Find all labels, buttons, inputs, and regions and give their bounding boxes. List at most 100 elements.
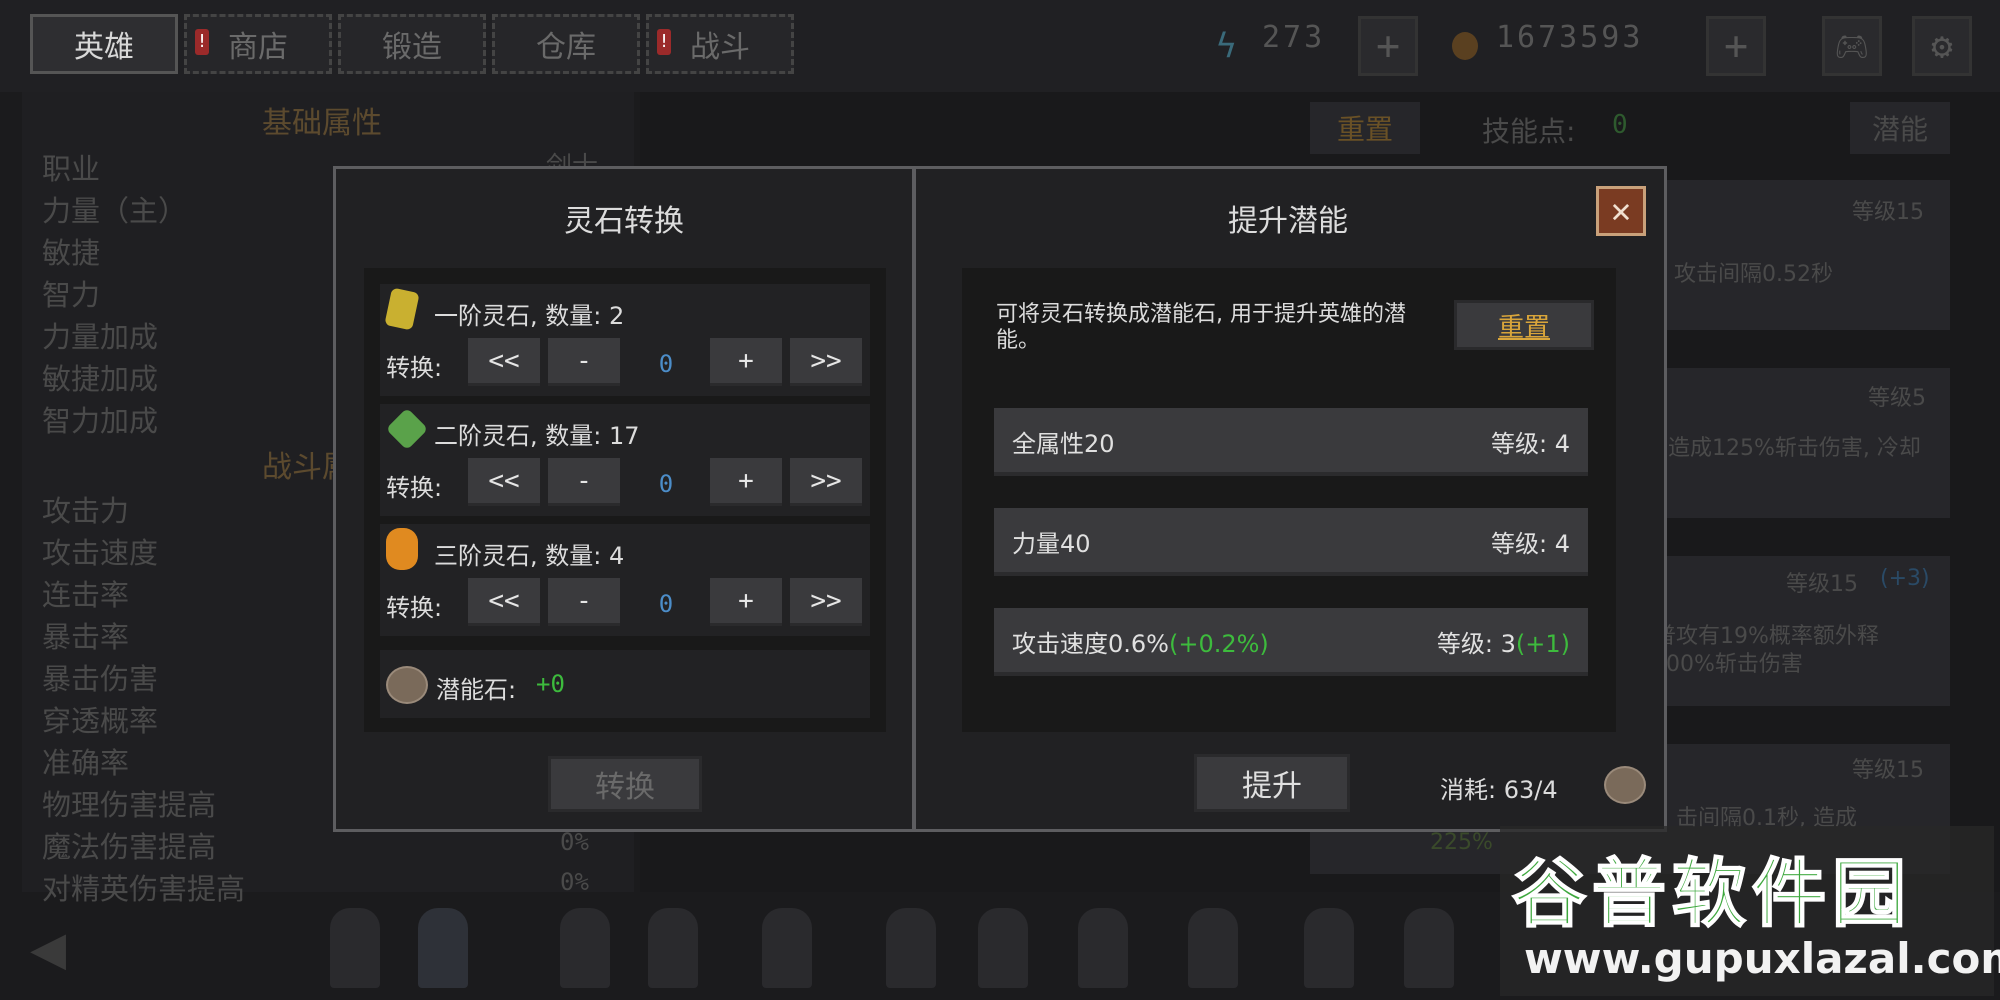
add-coins-button[interactable]: +	[1706, 16, 1766, 76]
warning-icon: !	[195, 29, 209, 55]
skills-reset-button[interactable]: 重置	[1310, 102, 1420, 154]
close-button[interactable]: ✕	[1596, 186, 1646, 236]
potential-name: 力量40	[1012, 524, 1091, 559]
attr-label: 对精英伤害提高	[42, 872, 246, 906]
skill-level: 等级15	[1786, 572, 1858, 597]
hero-portrait[interactable]	[1188, 908, 1238, 988]
button-label: >>	[810, 585, 842, 616]
convert-plus-button[interactable]: +	[710, 458, 782, 506]
hero-portrait[interactable]	[762, 908, 812, 988]
attr-label: 力量加成	[42, 320, 159, 354]
button-label: 提升	[1242, 769, 1302, 804]
hero-portrait[interactable]	[418, 908, 468, 988]
skill-level: 等级15	[1852, 758, 1924, 783]
tab-label: 锻造	[382, 30, 442, 65]
tab-label: 战斗	[690, 30, 750, 65]
gamepad-button[interactable]: 🎮︎	[1822, 16, 1882, 76]
tab-label: 潜能	[1871, 113, 1928, 146]
convert-max-button[interactable]: >>	[790, 458, 862, 506]
potential-item[interactable]: 全属性20 等级: 4	[994, 408, 1588, 476]
settings-button[interactable]: ⚙	[1912, 16, 1972, 76]
hero-portrait[interactable]	[1404, 908, 1454, 988]
button-label: 重置	[1497, 312, 1550, 343]
button-label: -	[576, 465, 592, 496]
add-energy-button[interactable]: +	[1358, 16, 1418, 76]
convert-max-button[interactable]: >>	[790, 578, 862, 626]
attr-label: 暴击伤害	[42, 662, 159, 696]
hero-portrait[interactable]	[560, 908, 610, 988]
button-label: >>	[810, 345, 842, 376]
tab-hero[interactable]: 英雄	[30, 14, 178, 74]
potential-level-bonus: (+1)	[1515, 630, 1570, 658]
gear-icon: ⚙	[1931, 25, 1953, 67]
skill-desc: 攻击间隔0.52秒	[1674, 262, 1833, 287]
tab-label: 英雄	[74, 30, 134, 65]
back-arrow-icon[interactable]: ◀	[30, 918, 90, 978]
attr-label: 物理伤害提高	[42, 788, 217, 822]
hero-portrait[interactable]	[330, 908, 380, 988]
tier3-stone-icon	[386, 528, 418, 570]
convert-max-button[interactable]: >>	[790, 338, 862, 386]
attr-label: 智力	[42, 278, 101, 312]
convert-amount: 0	[658, 350, 674, 378]
hero-portrait[interactable]	[978, 908, 1028, 988]
tab-forge[interactable]: 锻造	[338, 14, 486, 74]
convert-min-button[interactable]: <<	[468, 338, 540, 386]
button-label: >>	[810, 465, 842, 496]
hero-portrait[interactable]	[1304, 908, 1354, 988]
potential-level: 等级: 4	[1491, 524, 1570, 559]
cost-label: 消耗: 63/4	[1440, 776, 1558, 804]
energy-icon: ϟ	[1216, 26, 1237, 66]
potential-level: 等级: 3(+1)	[1437, 624, 1570, 659]
gamepad-icon: 🎮︎	[1834, 29, 1870, 63]
convert-plus-button[interactable]: +	[710, 338, 782, 386]
attr-label: 魔法伤害提高	[42, 830, 217, 864]
watermark: 谷普软件园 www.gupuxlazal.com	[1500, 826, 2000, 996]
button-label: +	[738, 465, 754, 496]
tab-shop[interactable]: ! 商店	[184, 14, 332, 74]
convert-label: 转换:	[386, 354, 443, 382]
potential-item[interactable]: 力量40 等级: 4	[994, 508, 1588, 576]
button-label: -	[576, 345, 592, 376]
potential-level-text: 等级: 4	[1491, 530, 1570, 558]
attr-label: 力量（主）	[42, 194, 188, 228]
potential-tab[interactable]: 潜能	[1850, 102, 1950, 154]
convert-minus-button[interactable]: -	[548, 338, 620, 386]
stone-name: 一阶灵石, 数量: 2	[434, 302, 625, 330]
potential-stone-icon	[1604, 766, 1646, 804]
attr-value: 0%	[560, 868, 589, 896]
hero-portrait[interactable]	[1078, 908, 1128, 988]
attr-label: 连击率	[42, 578, 130, 612]
convert-plus-button[interactable]: +	[710, 578, 782, 626]
attr-label: 攻击速度	[42, 536, 159, 570]
potential-item[interactable]: 攻击速度0.6%(+0.2%) 等级: 3(+1)	[994, 608, 1588, 676]
watermark-url: www.gupuxlazal.com	[1524, 934, 2000, 983]
potential-level-text: 等级: 3	[1436, 630, 1516, 658]
potential-reset-button[interactable]: 重置	[1454, 300, 1594, 350]
tab-warehouse[interactable]: 仓库	[492, 14, 640, 74]
hero-portrait[interactable]	[886, 908, 936, 988]
attr-label: 职业	[42, 152, 101, 186]
skill-desc: 225%	[1430, 830, 1493, 855]
convert-min-button[interactable]: <<	[468, 458, 540, 506]
attr-label: 敏捷	[42, 236, 101, 270]
button-label: <<	[488, 585, 520, 616]
button-label: -	[576, 585, 592, 616]
potential-level-text: 等级: 4	[1491, 430, 1570, 458]
skill-desc: 00%斩击伤害	[1666, 652, 1803, 677]
watermark-logo-text: 谷普软件园	[1511, 850, 1912, 938]
upgrade-button[interactable]: 提升	[1194, 754, 1350, 812]
attr-label: 暴击率	[42, 620, 130, 654]
button-label: <<	[488, 465, 520, 496]
convert-minus-button[interactable]: -	[548, 578, 620, 626]
upgrade-potential-title: 提升潜能	[1228, 204, 1348, 239]
potential-name: 攻击速度0.6%(+0.2%)	[1012, 624, 1269, 659]
button-label: +	[738, 345, 754, 376]
plus-icon: +	[1723, 23, 1749, 69]
tab-label: 仓库	[536, 30, 596, 65]
tab-battle[interactable]: ! 战斗	[646, 14, 794, 74]
convert-button[interactable]: 转换	[548, 756, 702, 812]
hero-portrait[interactable]	[648, 908, 698, 988]
convert-min-button[interactable]: <<	[468, 578, 540, 626]
convert-minus-button[interactable]: -	[548, 458, 620, 506]
